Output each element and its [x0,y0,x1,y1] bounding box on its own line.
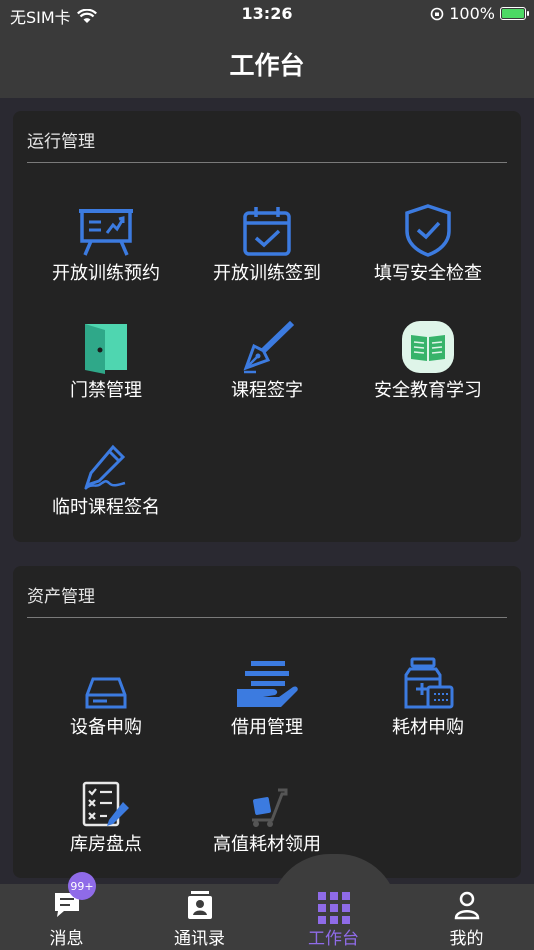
item-label: 库房盘点 [70,834,142,855]
shield-check-icon [405,204,451,257]
item-safety-education[interactable]: 安全教育学习 [343,310,513,420]
tab-label: 通讯录 [174,929,225,949]
section-title: 运行管理 [27,132,95,152]
medicine-bottle-icon [404,657,454,709]
item-equipment-purchase[interactable]: 设备申购 [21,647,191,757]
divider [27,162,507,163]
battery-percent: 100% [449,4,495,23]
item-label: 填写安全检查 [374,263,482,284]
hard-drive-icon [85,677,127,709]
item-label: 耗材申购 [392,717,464,738]
section-assets: 资产管理 设备申购 借用管理 耗材申购 库房盘点 高值耗材领用 [13,566,521,878]
item-label: 高值耗材领用 [213,834,321,855]
calendar-check-icon [243,207,291,256]
user-icon [454,891,479,920]
item-open-training-booking[interactable]: 开放训练预约 [21,193,191,303]
item-label: 开放训练签到 [213,263,321,284]
checklist-icon [82,781,129,827]
tab-label: 工作台 [308,929,359,949]
item-label: 安全教育学习 [374,380,482,401]
item-access-control[interactable]: 门禁管理 [21,310,191,420]
door-icon [85,324,127,374]
unread-badge: 99+ [68,872,96,900]
cart-icon [252,788,288,827]
book-icon [402,321,454,373]
item-label: 课程签字 [231,380,303,401]
tab-label: 我的 [449,929,484,949]
item-label: 门禁管理 [70,380,142,401]
item-safety-inspection[interactable]: 填写安全检查 [343,193,513,303]
battery-fill [502,9,524,18]
item-open-training-checkin[interactable]: 开放训练签到 [182,193,352,303]
item-borrow-management[interactable]: 借用管理 [182,647,352,757]
tab-profile[interactable]: 我的 [400,884,533,950]
item-consumables-purchase[interactable]: 耗材申购 [343,647,513,757]
presentation-board-icon [79,209,133,256]
nav-bar: 工作台 [0,28,534,98]
item-temp-course-signature[interactable]: 临时课程签名 [21,427,191,537]
item-label: 开放训练预约 [52,263,160,284]
tab-workbench[interactable]: 工作台 [267,884,400,950]
item-label: 设备申购 [70,717,142,738]
hand-document-icon [237,661,298,707]
section-operations: 运行管理 开放训练预约 开放训练签到 填写安全检查 门禁管理 课程签字 安全教育… [13,111,521,542]
grid-icon [317,892,350,924]
battery-icon [500,7,529,20]
orientation-lock-icon [430,7,444,20]
tab-label: 消息 [49,929,84,949]
item-label: 临时课程签名 [52,497,160,518]
fountain-pen-icon [243,320,294,374]
contacts-icon [187,891,212,919]
signature-pen-icon [84,444,126,490]
item-warehouse-inventory[interactable]: 库房盘点 [21,764,191,874]
section-title: 资产管理 [27,587,95,607]
item-course-signature[interactable]: 课程签字 [182,310,352,420]
status-right: 100% [430,4,529,23]
page-title: 工作台 [229,51,305,80]
tab-contacts[interactable]: 通讯录 [133,884,266,950]
divider [27,617,507,618]
tab-messages[interactable]: 消息 [0,884,133,950]
status-bar: 无SIM卡 13:26 100% [0,0,534,28]
item-label: 借用管理 [231,717,303,738]
